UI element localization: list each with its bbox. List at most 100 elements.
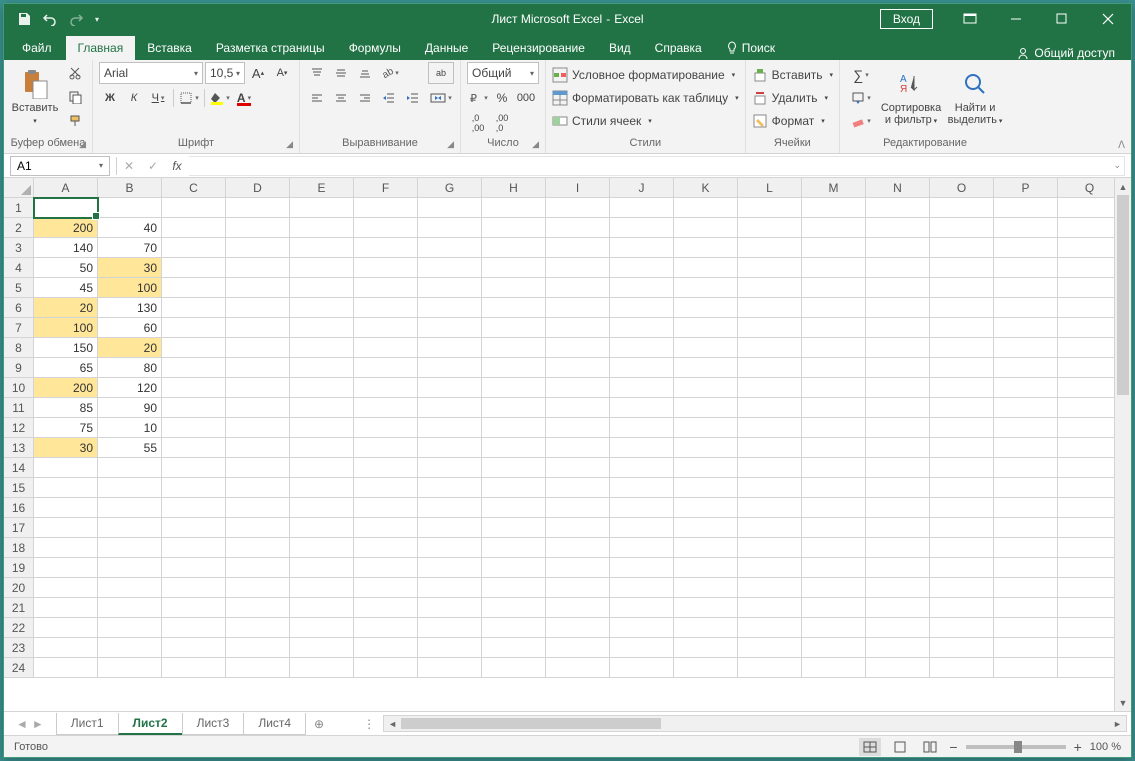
cell[interactable] xyxy=(162,638,226,658)
cell[interactable] xyxy=(162,398,226,418)
cell[interactable] xyxy=(546,278,610,298)
cell[interactable] xyxy=(994,358,1058,378)
row-header[interactable]: 3 xyxy=(4,238,34,258)
insert-cells-button[interactable]: Вставить▾ xyxy=(752,64,833,86)
cell[interactable] xyxy=(482,618,546,638)
cell[interactable] xyxy=(674,558,738,578)
horizontal-scrollbar[interactable]: ◄ ► xyxy=(383,715,1127,732)
percent-icon[interactable]: % xyxy=(491,87,513,109)
cell[interactable] xyxy=(802,338,866,358)
cell[interactable] xyxy=(226,498,290,518)
cell[interactable]: 70 xyxy=(98,238,162,258)
cell[interactable] xyxy=(354,498,418,518)
cell[interactable] xyxy=(1058,298,1114,318)
cell[interactable] xyxy=(482,338,546,358)
cell[interactable] xyxy=(98,638,162,658)
cell[interactable] xyxy=(98,538,162,558)
cell[interactable] xyxy=(354,258,418,278)
cell[interactable] xyxy=(930,578,994,598)
cell[interactable] xyxy=(226,578,290,598)
cell[interactable] xyxy=(1058,658,1114,678)
cell[interactable] xyxy=(610,438,674,458)
cell[interactable] xyxy=(802,278,866,298)
share-button[interactable]: Общий доступ xyxy=(1034,46,1115,60)
cancel-formula-icon[interactable]: ✕ xyxy=(117,159,141,173)
cell[interactable] xyxy=(674,358,738,378)
cell[interactable] xyxy=(802,518,866,538)
cell[interactable] xyxy=(930,298,994,318)
cell[interactable] xyxy=(802,218,866,238)
cell[interactable] xyxy=(162,278,226,298)
cell[interactable] xyxy=(546,658,610,678)
font-size-combo[interactable]: 10,5▾ xyxy=(205,62,245,84)
cell[interactable] xyxy=(162,358,226,378)
redo-icon[interactable] xyxy=(64,7,88,31)
cell[interactable] xyxy=(994,318,1058,338)
cell[interactable] xyxy=(994,438,1058,458)
row-header[interactable]: 19 xyxy=(4,558,34,578)
cell[interactable]: 20 xyxy=(98,338,162,358)
cell[interactable] xyxy=(994,658,1058,678)
cell[interactable] xyxy=(546,318,610,338)
cell[interactable] xyxy=(994,418,1058,438)
cell[interactable] xyxy=(930,558,994,578)
page-layout-view-icon[interactable] xyxy=(889,738,911,756)
cell[interactable] xyxy=(98,198,162,218)
cell[interactable] xyxy=(738,298,802,318)
cell[interactable] xyxy=(1058,338,1114,358)
cell[interactable] xyxy=(930,618,994,638)
sheet-tab[interactable]: Лист2 xyxy=(118,713,183,735)
cell[interactable] xyxy=(290,318,354,338)
name-box[interactable]: A1▾ xyxy=(10,156,110,176)
cell[interactable] xyxy=(162,258,226,278)
cell[interactable] xyxy=(290,618,354,638)
cell[interactable] xyxy=(994,558,1058,578)
font-color-icon[interactable]: A xyxy=(233,87,255,109)
cell[interactable] xyxy=(930,438,994,458)
column-header[interactable]: E xyxy=(290,178,354,198)
cell[interactable] xyxy=(162,538,226,558)
row-header[interactable]: 18 xyxy=(4,538,34,558)
cell[interactable] xyxy=(354,638,418,658)
cell[interactable] xyxy=(226,418,290,438)
cell[interactable] xyxy=(866,278,930,298)
cell[interactable] xyxy=(866,358,930,378)
cell[interactable] xyxy=(866,638,930,658)
cell[interactable] xyxy=(1058,538,1114,558)
cell[interactable] xyxy=(34,538,98,558)
cell[interactable] xyxy=(290,198,354,218)
row-header[interactable]: 6 xyxy=(4,298,34,318)
sheet-tab[interactable]: Лист4 xyxy=(243,713,306,735)
paste-button[interactable]: Вставить▾ xyxy=(10,62,60,132)
cell[interactable] xyxy=(418,418,482,438)
cell[interactable] xyxy=(546,238,610,258)
cell[interactable] xyxy=(866,518,930,538)
cell[interactable] xyxy=(290,278,354,298)
cell[interactable] xyxy=(162,658,226,678)
cell[interactable] xyxy=(354,658,418,678)
cell[interactable] xyxy=(994,278,1058,298)
cell[interactable] xyxy=(34,638,98,658)
cell[interactable] xyxy=(354,578,418,598)
cell[interactable] xyxy=(418,598,482,618)
cell[interactable] xyxy=(674,258,738,278)
cell[interactable] xyxy=(418,618,482,638)
cell[interactable] xyxy=(98,498,162,518)
column-header[interactable]: F xyxy=(354,178,418,198)
cell[interactable] xyxy=(674,298,738,318)
cell[interactable] xyxy=(162,198,226,218)
scroll-left-icon[interactable]: ◄ xyxy=(384,716,401,731)
row-header[interactable]: 20 xyxy=(4,578,34,598)
cell[interactable] xyxy=(418,638,482,658)
cell[interactable] xyxy=(866,458,930,478)
cell[interactable] xyxy=(610,398,674,418)
underline-button[interactable]: Ч xyxy=(147,87,169,109)
cell[interactable] xyxy=(226,278,290,298)
cell[interactable] xyxy=(290,438,354,458)
cell[interactable] xyxy=(418,298,482,318)
cell[interactable] xyxy=(930,238,994,258)
cell[interactable] xyxy=(482,498,546,518)
cell[interactable] xyxy=(1058,618,1114,638)
cell[interactable] xyxy=(290,518,354,538)
formula-input[interactable]: ⌄ xyxy=(189,156,1125,176)
